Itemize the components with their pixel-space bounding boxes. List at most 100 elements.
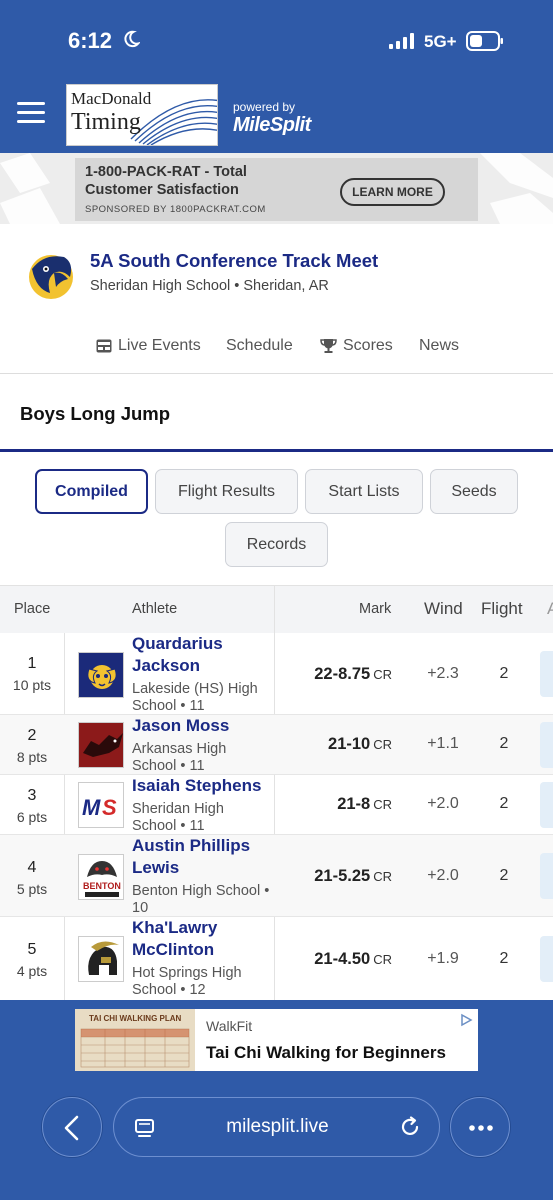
header-place: Place [14, 601, 51, 617]
team-logo-hot-springs [78, 936, 124, 982]
nav-schedule-label: Schedule [226, 337, 293, 354]
tab-seeds[interactable]: Seeds [430, 469, 518, 514]
row-action-button[interactable] [540, 853, 553, 899]
team-logo-lakeside [78, 652, 124, 698]
athlete-name[interactable]: Austin Phillips Lewis [132, 835, 272, 879]
tab-records[interactable]: Records [225, 522, 328, 567]
tab-start-lists[interactable]: Start Lists [305, 469, 423, 514]
address-bar[interactable]: milesplit.live [113, 1097, 440, 1157]
ms-logo-icon: M S [82, 795, 117, 820]
nav-news[interactable]: News [419, 337, 459, 355]
record-badge: CR [373, 952, 392, 967]
status-bar: 6:12 5G+ [0, 0, 553, 82]
athlete-school: Sheridan High School • 11 [132, 801, 224, 834]
place-number: 1 [27, 655, 37, 672]
menu-icon[interactable] [17, 102, 45, 124]
nav-schedule[interactable]: Schedule [226, 337, 293, 355]
place-number: 3 [27, 787, 37, 804]
nav-live-events-label: Live Events [118, 337, 201, 354]
mark: 21-4.50 [314, 950, 371, 968]
place-points: 8 pts [16, 749, 48, 765]
table-row[interactable]: 5 4 pts Kha'Lawry McClinton Hot Springs … [0, 917, 553, 1000]
header-flight: Flight [481, 599, 523, 618]
header-athlete: Athlete [132, 601, 178, 617]
network-type: 5G+ [424, 32, 457, 51]
meet-nav: Live Events Schedule Scores News [0, 334, 553, 360]
meet-location: Sheridan High School • Sheridan, AR [90, 278, 329, 294]
header-action: A [547, 599, 553, 618]
athlete-name[interactable]: Quardarius Jackson [132, 633, 272, 677]
nav-scores[interactable]: Scores [320, 337, 393, 355]
mark-value: 21-4.50 CR [280, 950, 392, 969]
place-number: 4 [27, 859, 37, 876]
razorback-icon [83, 733, 123, 757]
meet-title: 5A South Conference Track Meet [90, 250, 379, 271]
record-badge: CR [373, 869, 392, 884]
record-badge: CR [373, 797, 392, 812]
svg-text:S: S [102, 795, 117, 820]
reload-icon[interactable] [398, 1115, 422, 1139]
mark: 21-8 [337, 795, 371, 813]
row-action-button[interactable] [540, 651, 553, 697]
live-events-icon [96, 339, 112, 353]
tab-flight-results[interactable]: Flight Results [155, 469, 298, 514]
mark: 21-10 [328, 735, 371, 753]
row-action-button[interactable] [540, 722, 553, 768]
logo-line-1: MacDonald [71, 89, 152, 108]
ad-headline: 1-800-PACK-RAT - Total Customer Satisfac… [85, 164, 247, 198]
url-text[interactable]: milesplit.live [114, 1116, 441, 1138]
powered-by-label: powered by [233, 100, 296, 114]
team-logo-benton: BENTON [78, 854, 124, 900]
wind-value: +2.3 [427, 665, 459, 682]
nav-live-events[interactable]: Live Events [96, 337, 201, 355]
ad-sponsor: SPONSORED BY 1800PACKRAT.COM [85, 204, 266, 215]
flight-value: 2 [499, 665, 509, 682]
learn-more-button[interactable]: LEARN MORE [340, 178, 445, 206]
athlete-school: Arkansas High School • 11 [132, 741, 227, 774]
row-action-button[interactable] [540, 936, 553, 982]
milesplit-logo[interactable]: MileSplit [233, 114, 311, 137]
place-points: 4 pts [16, 963, 48, 979]
flight-value: 2 [499, 795, 509, 812]
more-button[interactable] [450, 1097, 510, 1157]
mark-value: 21-10 CR [280, 735, 392, 754]
walking-plan-grid [80, 1028, 190, 1068]
event-title-underline [0, 449, 553, 452]
adchoices-icon[interactable] [459, 1013, 473, 1027]
athlete-name[interactable]: Jason Moss [132, 715, 272, 737]
place-points: 6 pts [16, 809, 48, 825]
athlete-name[interactable]: Kha'Lawry McClinton [132, 917, 272, 961]
event-title: Boys Long Jump [20, 403, 171, 424]
table-row[interactable]: 2 8 pts Jason Moss Arkansas High School … [0, 715, 553, 775]
tab-compiled[interactable]: Compiled [35, 469, 148, 514]
wind-value: +1.9 [427, 950, 459, 967]
table-row[interactable]: 3 6 pts M S Isaiah Stephens Sheridan Hig… [0, 775, 553, 835]
nav-divider [0, 373, 553, 374]
signal-icon [389, 33, 414, 49]
athlete-school: Benton High School • 10 [132, 883, 270, 916]
table-row[interactable]: 1 10 pts Quardarius Jackson Lakeside (HS… [0, 633, 553, 715]
header-wind: Wind [424, 599, 463, 618]
flight-value: 2 [499, 867, 509, 884]
place-points: 10 pts [12, 677, 52, 693]
header-mark: Mark [359, 601, 392, 617]
back-button[interactable] [42, 1097, 102, 1157]
table-row[interactable]: 4 5 pts BENTON Austin Phillips Lewis Ben… [0, 835, 553, 917]
results-table-header: Place Athlete Mark Wind Flight A [0, 585, 553, 633]
macdonald-timing-logo[interactable]: MacDonald Timing [66, 84, 218, 146]
place-points: 5 pts [16, 881, 48, 897]
row-action-button[interactable] [540, 782, 553, 828]
athlete-school: Hot Springs High School • 12 [132, 965, 242, 998]
record-badge: CR [373, 667, 392, 682]
record-badge: CR [373, 737, 392, 752]
trophy-icon [320, 339, 337, 353]
top-ad[interactable]: 1-800-PACK-RAT - Total Customer Satisfac… [75, 158, 478, 221]
moon-icon [124, 30, 140, 48]
bottom-ad[interactable]: TAI CHI WALKING PLAN WalkFit Tai Chi Wal… [75, 1009, 478, 1071]
wind-value: +2.0 [427, 795, 459, 812]
nav-scores-label: Scores [343, 337, 393, 354]
athlete-name[interactable]: Isaiah Stephens [132, 775, 272, 797]
logo-line-2: Timing [71, 109, 141, 135]
battery-icon [466, 31, 503, 51]
athlete-school: Lakeside (HS) High School • 11 [132, 681, 258, 714]
